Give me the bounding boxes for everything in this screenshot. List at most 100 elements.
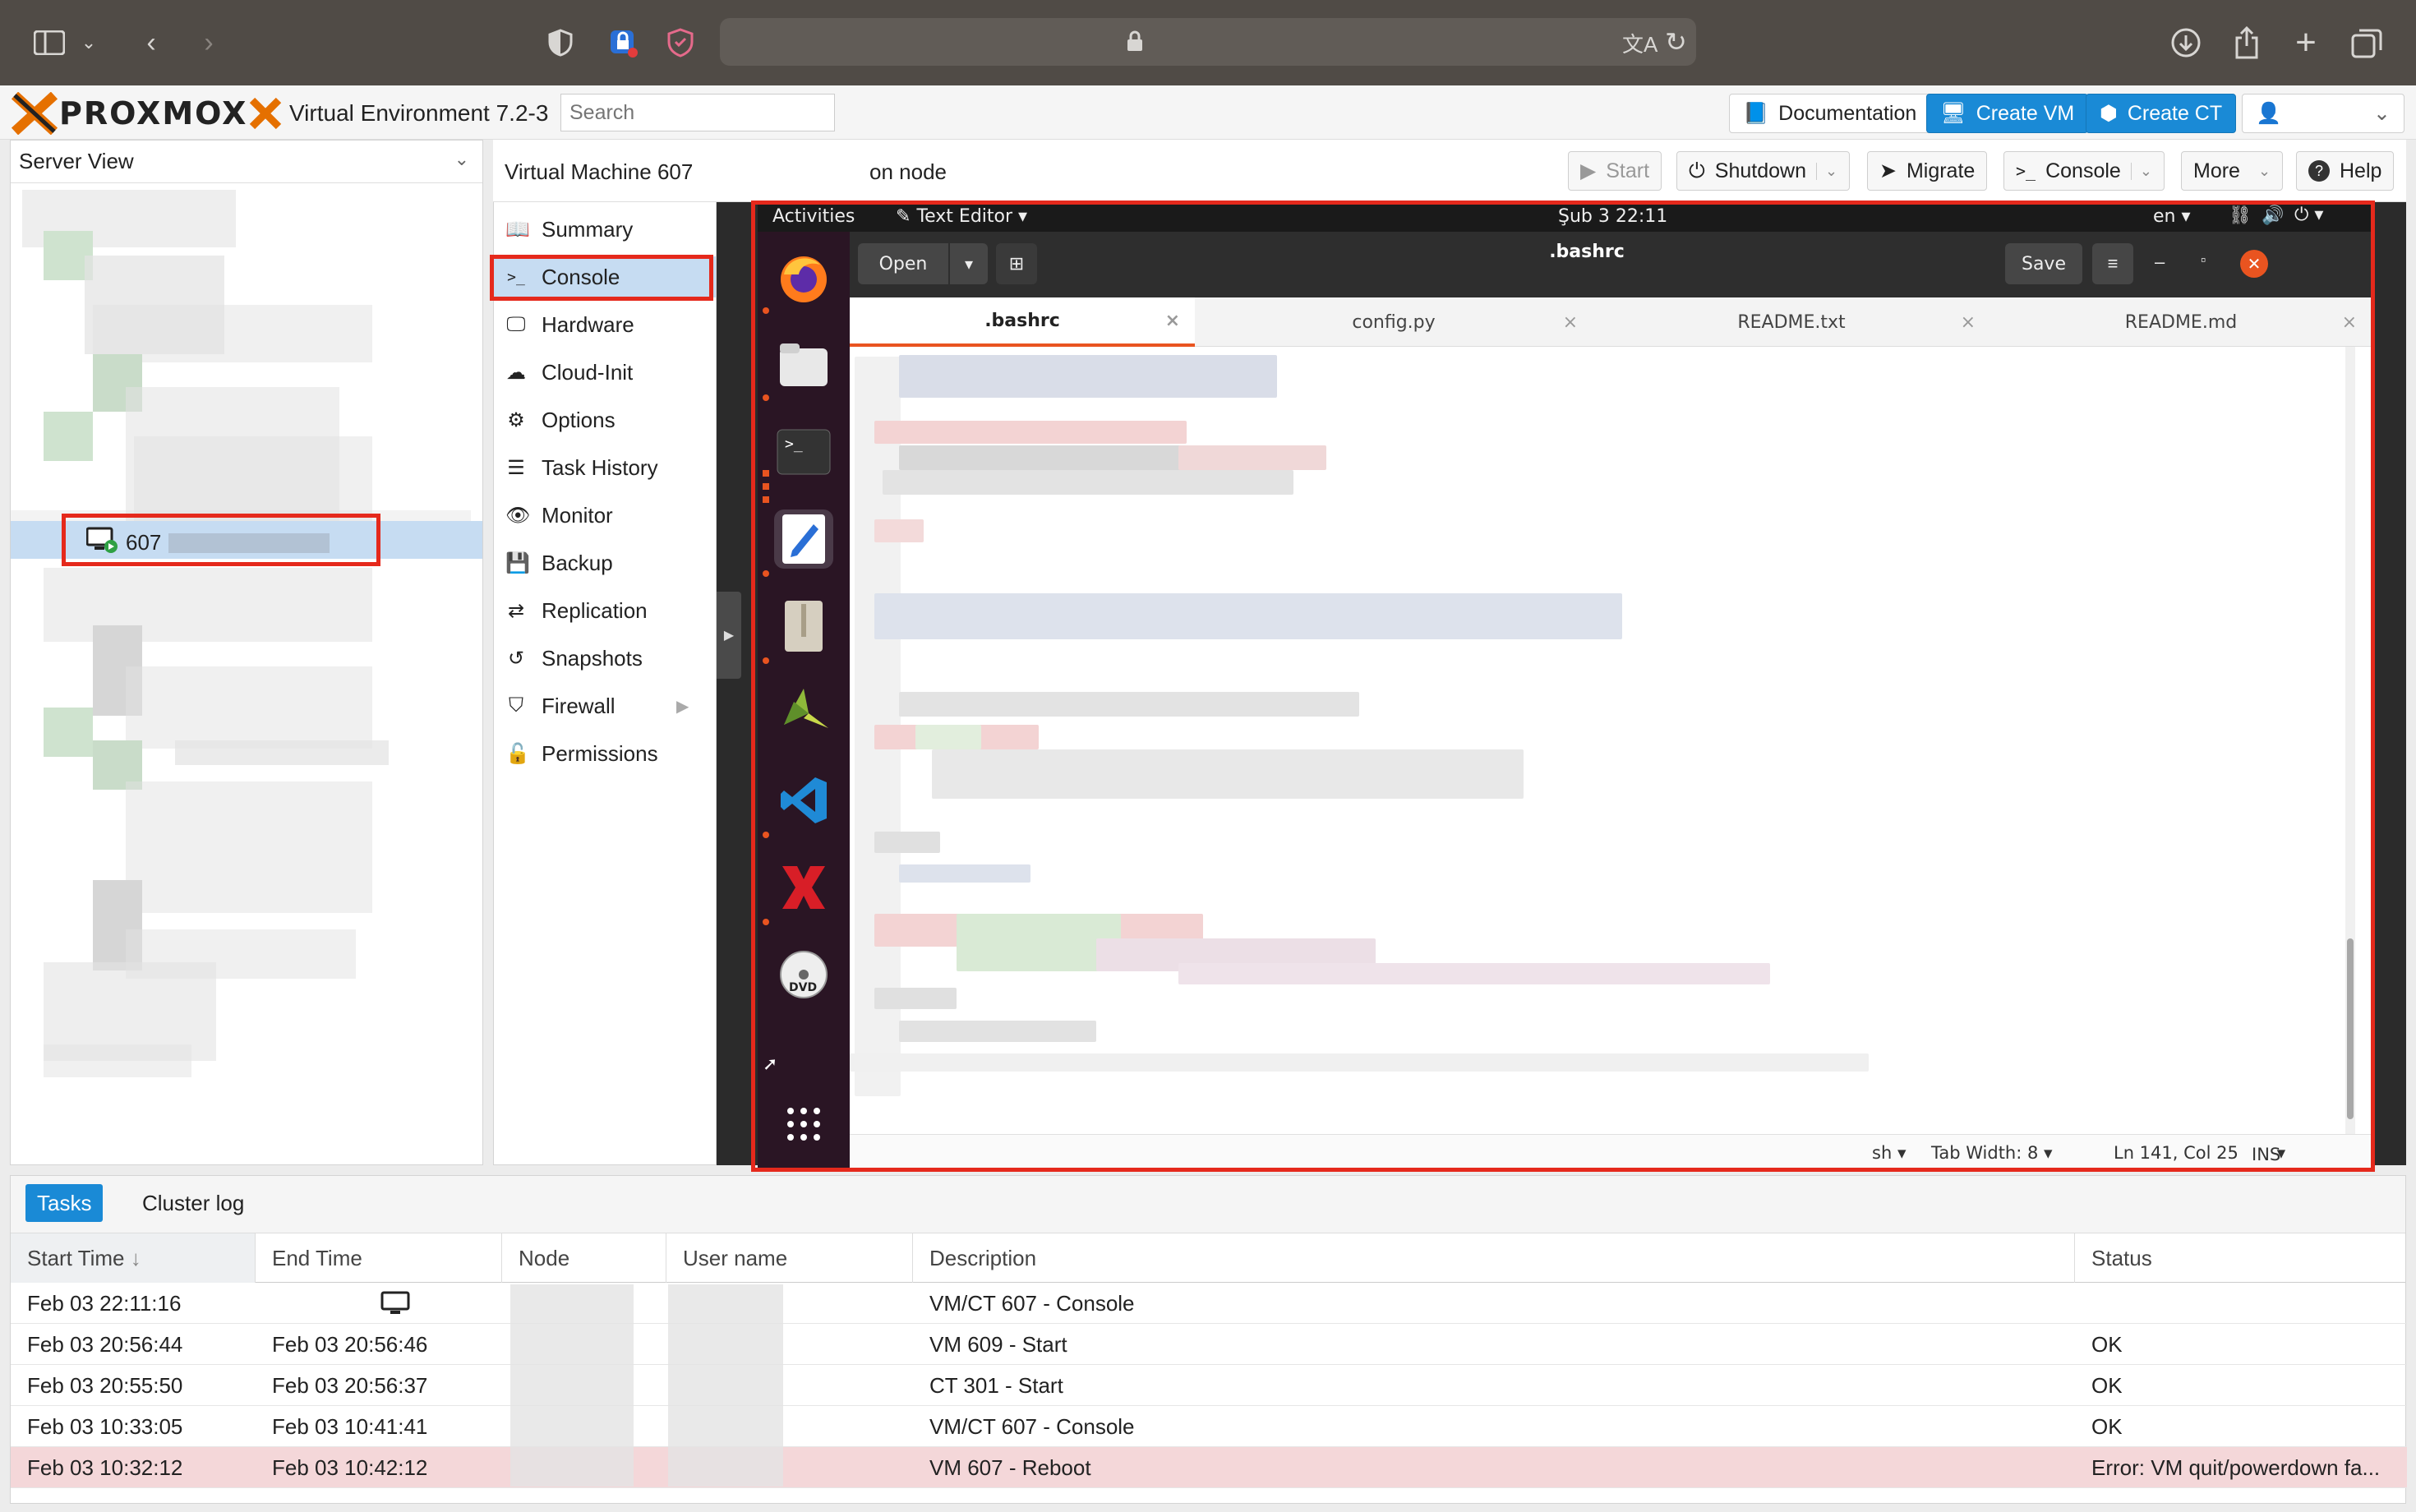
menu-item-firewall[interactable]: ⛉ Firewall ▶ [494, 685, 716, 726]
cell-status: OK [2091, 1331, 2123, 1357]
menu-item-replication[interactable]: ⇄ Replication [494, 590, 716, 631]
retweet-icon: ⇄ [507, 599, 525, 622]
chevron-down-icon[interactable]: ⌄ [72, 20, 105, 66]
translate-icon[interactable]: 文A [1622, 28, 1658, 58]
menu-item-snapshots[interactable]: ↺ Snapshots [494, 638, 716, 679]
menu-item-hardware[interactable]: 🖵 Hardware [494, 304, 716, 345]
proxmox-logo[interactable]: PROXMOX [12, 92, 282, 135]
question-icon: ? [2308, 160, 2330, 182]
sidebar-icon[interactable] [26, 20, 72, 66]
cell-end-time: Feb 03 10:42:12 [272, 1454, 428, 1480]
chevron-down-icon[interactable]: ⌄ [1815, 162, 1837, 180]
cell-start-time: Feb 03 22:11:16 [27, 1290, 182, 1316]
desktop-icon: 🖵 [506, 313, 526, 335]
shield-icon[interactable] [537, 20, 583, 66]
search-input[interactable] [560, 94, 835, 131]
help-button[interactable]: ? Help [2296, 151, 2395, 191]
menu-item-monitor[interactable]: 👁 Monitor [494, 495, 716, 536]
address-bar[interactable]: 文A ↻ [720, 18, 1696, 66]
tab-tasks[interactable]: Tasks [25, 1184, 104, 1222]
cube-icon: ⬢ [2100, 102, 2118, 125]
desktop-icon: 🖥 [1940, 101, 1966, 125]
column-description[interactable]: Description [913, 1233, 2075, 1283]
table-row[interactable]: Feb 03 20:56:44 Feb 03 20:56:46 VM 609 -… [11, 1324, 2407, 1365]
shield-icon: ⛉ [509, 694, 523, 717]
table-row[interactable]: Feb 03 22:11:16 VM/CT 607 - Console [11, 1283, 2407, 1324]
more-button[interactable]: More ⌄ [2181, 151, 2284, 191]
terminal-icon: >_ [2016, 161, 2036, 181]
menu-item-options[interactable]: ⚙ Options [494, 399, 716, 440]
chevron-down-icon: ⌄ [2257, 162, 2271, 179]
table-row[interactable]: Feb 03 10:33:05 Feb 03 10:41:41 VM/CT 60… [11, 1406, 2407, 1447]
user-menu-button[interactable]: 👤 ⌄ [2242, 94, 2404, 133]
cell-end-time: Feb 03 10:41:41 [272, 1413, 428, 1439]
menu-item-cloud-init[interactable]: ☁ Cloud-Init [494, 352, 716, 393]
cell-description: CT 301 - Start [929, 1372, 1063, 1398]
cell-start-time: Feb 03 10:32:12 [27, 1454, 183, 1480]
history-icon: ↺ [507, 647, 525, 670]
privacy-shield-icon[interactable] [657, 20, 703, 66]
lock-badge-icon[interactable] [600, 20, 646, 66]
cloud-icon: ☁ [506, 361, 526, 384]
back-icon[interactable]: ‹ [128, 20, 174, 66]
vm-node-label: on node [869, 159, 947, 184]
view-selector[interactable]: Server View ⌄ [11, 141, 482, 183]
tab-cluster-log[interactable]: Cluster log [131, 1184, 256, 1222]
paper-plane-icon: ➤ [1879, 159, 1897, 182]
chevron-right-icon: ▶ [676, 697, 689, 716]
vm-menu: 📖 Summary >_ Console 🖵 Hardware ☁ Cloud-Init… [493, 202, 717, 1165]
eye-icon: 👁 [505, 504, 531, 527]
book-icon: 📘 [1743, 101, 1769, 125]
forward-icon[interactable]: › [186, 20, 232, 66]
create-vm-button[interactable]: 🖥 Create VM [1926, 94, 2089, 133]
user-icon: 👤 [2256, 101, 2282, 125]
floppy-icon: 💾 [505, 551, 530, 574]
table-row[interactable]: Feb 03 20:55:50 Feb 03 20:56:37 CT 301 -… [11, 1365, 2407, 1406]
download-icon[interactable] [2163, 20, 2209, 66]
share-icon[interactable] [2224, 20, 2270, 66]
cell-description: VM 609 - Start [929, 1331, 1067, 1357]
play-icon: ▶ [1580, 159, 1597, 182]
highlight-box-console [490, 255, 713, 301]
chevron-down-icon[interactable]: ⌄ [2130, 162, 2152, 180]
gear-icon: ⚙ [507, 408, 525, 431]
column-user-name[interactable]: User name [666, 1233, 913, 1283]
shutdown-button[interactable]: ⏻ Shutdown ⌄ [1676, 151, 1851, 191]
redacted-user-cells [668, 1284, 783, 1487]
menu-item-backup[interactable]: 💾 Backup [494, 542, 716, 583]
new-tab-icon[interactable]: + [2283, 20, 2329, 66]
tasks-panel: Tasks Cluster log Start Time ↓ End Time … [10, 1175, 2407, 1504]
console-icon [364, 1283, 410, 1324]
highlight-box-console-screen [751, 201, 2375, 1172]
column-end-time[interactable]: End Time [256, 1233, 502, 1283]
reload-icon[interactable]: ↻ [1665, 26, 1687, 58]
product-version: Virtual Environment 7.2-3 [289, 100, 549, 126]
column-status[interactable]: Status [2075, 1233, 2405, 1283]
column-start-time[interactable]: Start Time ↓ [11, 1233, 256, 1283]
cell-description: VM/CT 607 - Console [929, 1290, 1135, 1316]
logo-text: PROXMOX [59, 95, 248, 131]
column-node[interactable]: Node [502, 1233, 666, 1283]
tabs-icon[interactable] [2344, 20, 2390, 66]
sort-down-icon: ↓ [130, 1245, 141, 1270]
cell-end-time: Feb 03 20:56:37 [272, 1372, 428, 1398]
menu-item-summary[interactable]: 📖 Summary [494, 209, 716, 250]
menu-item-task-history[interactable]: ☰ Task History [494, 447, 716, 488]
start-button[interactable]: ▶ Start [1568, 151, 1662, 191]
chevron-down-icon: ⌄ [2373, 102, 2391, 125]
console-sidebar-toggle[interactable]: ▶ [717, 592, 741, 679]
highlight-box-vm [62, 514, 380, 566]
create-ct-button[interactable]: ⬢ Create CT [2086, 94, 2237, 133]
redacted-node-cells [510, 1284, 634, 1487]
book-icon: 📖 [505, 218, 530, 241]
cell-end-time: Feb 03 20:56:46 [272, 1331, 428, 1357]
list-icon: ☰ [507, 456, 525, 479]
tasks-tab-bar: Tasks Cluster log [11, 1176, 2405, 1233]
table-row-error[interactable]: Feb 03 10:32:12 Feb 03 10:42:12 VM 607 -… [11, 1447, 2407, 1488]
documentation-button[interactable]: 📘 Documentation [1729, 94, 1931, 133]
vm-title: Virtual Machine 607 [505, 159, 694, 184]
console-button[interactable]: >_ Console ⌄ [2003, 151, 2165, 191]
migrate-button[interactable]: ➤ Migrate [1867, 151, 1988, 191]
chevron-down-icon: ⌄ [454, 149, 469, 169]
menu-item-permissions[interactable]: 🔓 Permissions [494, 733, 716, 774]
